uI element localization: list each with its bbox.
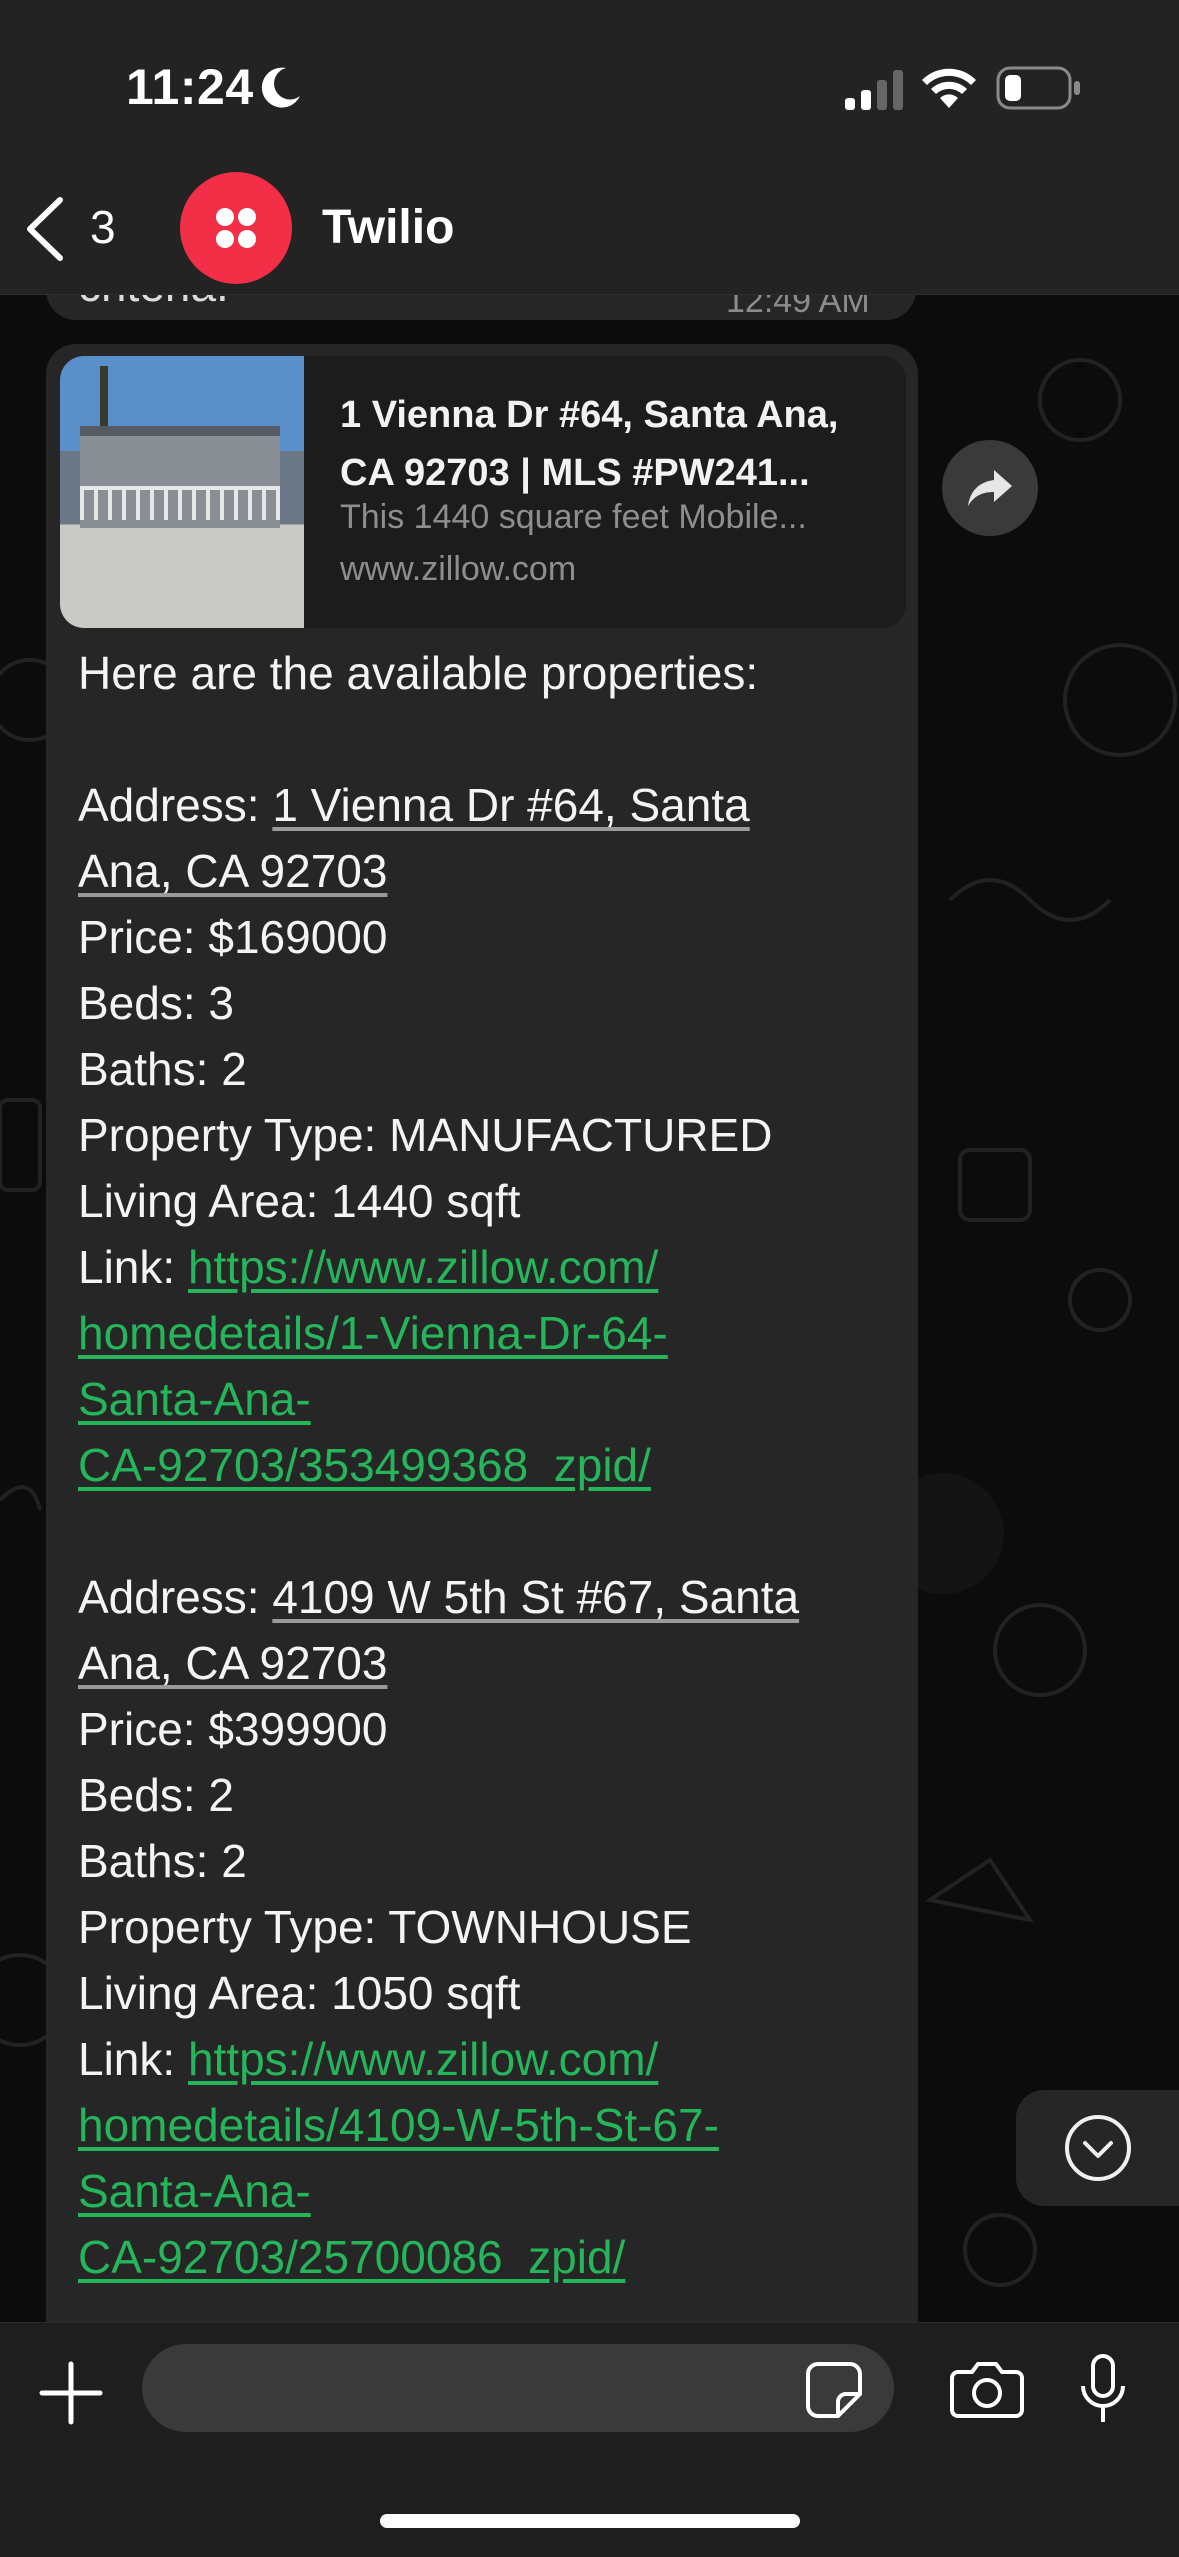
property-baths: Baths: 2 (78, 1835, 247, 1887)
zillow-link[interactable]: https://www.zillow.com/ (188, 2033, 658, 2085)
address-link[interactable]: 1 Vienna Dr #64, Santa (272, 779, 749, 831)
camera-icon[interactable] (950, 2358, 1024, 2418)
link-preview-thumbnail (60, 356, 304, 628)
moon-icon (261, 67, 300, 108)
property-price: Price: $169000 (78, 911, 388, 963)
link-preview-card[interactable]: 1 Vienna Dr #64, Santa Ana, CA 92703 | M… (60, 356, 906, 628)
home-indicator (380, 2514, 800, 2528)
zillow-link-cont[interactable]: homedetails/4109-W-5th-St-67- (78, 2099, 719, 2151)
avatar[interactable] (180, 172, 292, 284)
forward-button[interactable] (942, 440, 1038, 536)
property-type: Property Type: TOWNHOUSE (78, 1901, 692, 1953)
zillow-link-cont[interactable]: CA-92703/353499368_zpid/ (78, 1439, 651, 1491)
link-preview-description: This 1440 square feet Mobile... (340, 498, 807, 536)
unread-count[interactable]: 3 (90, 200, 116, 254)
chevron-left-icon (27, 197, 63, 261)
message-intro: Here are the available properties: (78, 647, 759, 699)
chat-header: 11:24 3 Twilio (0, 0, 1179, 295)
property-baths: Baths: 2 (78, 1043, 247, 1095)
link-preview-domain: www.zillow.com (340, 550, 577, 588)
wifi-icon (922, 68, 976, 108)
property-area: Living Area: 1050 sqft (78, 1967, 521, 2019)
microphone-icon[interactable] (1078, 2352, 1128, 2432)
property-beds: Beds: 3 (78, 977, 234, 1029)
scroll-down-button[interactable] (1016, 2090, 1179, 2206)
zillow-link-cont[interactable]: CA-92703/25700086_zpid/ (78, 2231, 625, 2283)
message-input[interactable] (142, 2344, 894, 2432)
zillow-link-cont[interactable]: homedetails/1-Vienna-Dr-64- (78, 1307, 668, 1359)
zillow-link-cont[interactable]: Santa-Ana- (78, 2165, 311, 2217)
property-address: Address: 1 Vienna Dr #64, Santa (78, 779, 750, 831)
address-link-cont[interactable]: Ana, CA 92703 (78, 845, 387, 897)
message-text: Here are the available properties: Addre… (78, 640, 898, 2290)
link-preview-title: 1 Vienna Dr #64, Santa Ana, CA 92703 | M… (340, 394, 839, 494)
address-link[interactable]: 4109 W 5th St #67, Santa (272, 1571, 799, 1623)
property-price: Price: $399900 (78, 1703, 388, 1755)
zillow-link[interactable]: https://www.zillow.com/ (188, 1241, 658, 1293)
status-time: 11:24 (126, 59, 254, 115)
plus-icon[interactable] (36, 2358, 106, 2428)
contact-name[interactable]: Twilio (322, 200, 454, 255)
cellular-signal-icon (845, 70, 903, 110)
sticker-icon[interactable] (804, 2360, 864, 2420)
property-beds: Beds: 2 (78, 1769, 234, 1821)
chevron-down-circle-icon (1064, 2115, 1131, 2181)
battery-icon (996, 66, 1080, 110)
property-area: Living Area: 1440 sqft (78, 1175, 521, 1227)
zillow-link-cont[interactable]: Santa-Ana- (78, 1373, 311, 1425)
property-address: Address: 4109 W 5th St #67, Santa (78, 1571, 800, 1623)
back-button[interactable] (22, 196, 68, 262)
forward-icon (968, 470, 1012, 506)
address-link-cont[interactable]: Ana, CA 92703 (78, 1637, 387, 1689)
property-type: Property Type: MANUFACTURED (78, 1109, 773, 1161)
